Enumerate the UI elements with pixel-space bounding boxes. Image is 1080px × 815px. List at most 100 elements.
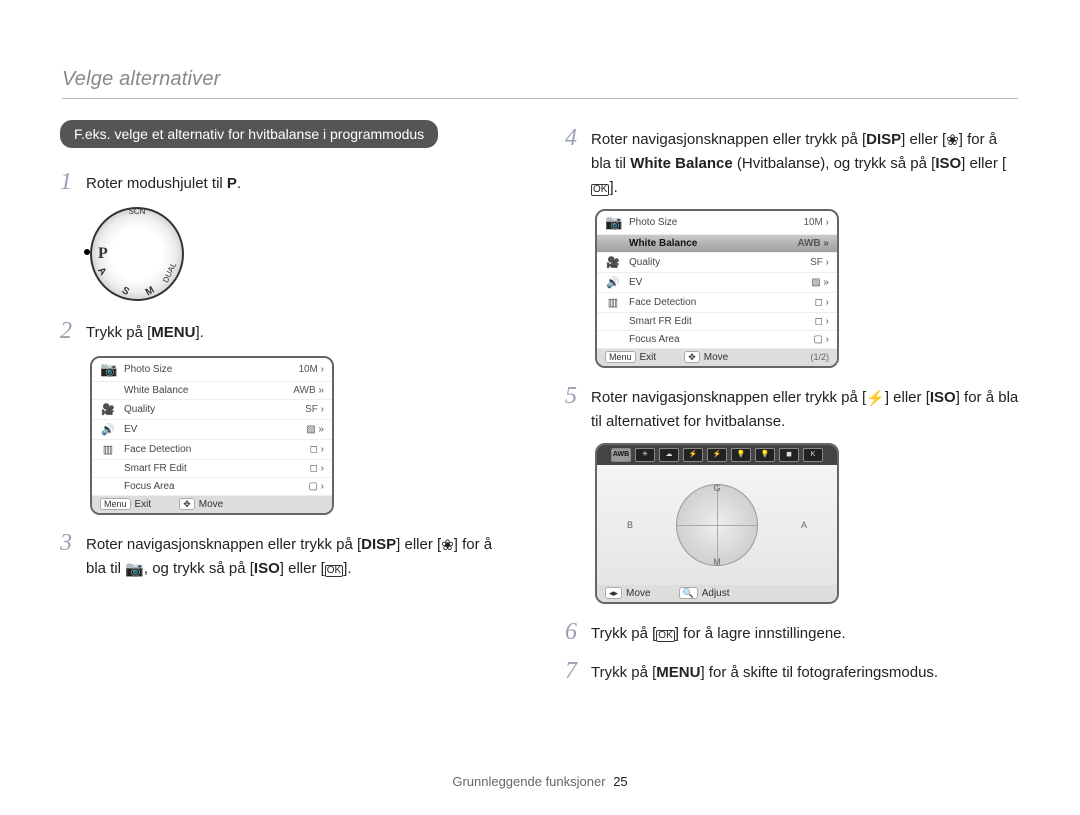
left-column: F.eks. velge et alternativ for hvitbalan… xyxy=(60,60,515,696)
menu-item-label: Face Detection xyxy=(629,297,807,308)
menu-item-value: ◻ › xyxy=(310,463,324,474)
menu-item-label: Smart FR Edit xyxy=(629,316,807,327)
disp-button-label: DISP xyxy=(361,536,396,553)
camera-icon: 📷 xyxy=(125,558,144,581)
text: Roter modushjulet til xyxy=(86,175,227,192)
menu-side-icon: 🔊 xyxy=(605,276,621,289)
step-text: Roter modushjulet til P. xyxy=(86,168,241,195)
ok-button-icon: OK xyxy=(591,184,609,196)
text: ]. xyxy=(609,179,617,196)
step-number: 2 xyxy=(60,317,86,346)
menu-item-value: SF › xyxy=(810,257,829,268)
menu-item-value: ▢ › xyxy=(308,481,324,492)
menu-item-value: ▢ › xyxy=(813,334,829,345)
wb-axis-a: A xyxy=(801,520,807,530)
wb-color-circle xyxy=(676,484,758,566)
dial-label-dual: DUAL xyxy=(161,261,178,284)
text: ] eller [ xyxy=(961,155,1006,172)
macro-icon: ❀ xyxy=(441,534,454,557)
step-number: 4 xyxy=(565,124,591,153)
menu-side-icon: 📷 xyxy=(605,214,621,231)
step-text: Roter navigasjonsknappen eller trykk på … xyxy=(86,529,515,582)
menu-item-label: Photo Size xyxy=(124,364,290,375)
iso-button-label: ISO xyxy=(930,389,956,406)
text: (Hvitbalanse), og trykk så på [ xyxy=(733,155,936,172)
menu-item-value: ◻ › xyxy=(815,297,829,308)
dial-label-m: M xyxy=(143,284,156,298)
menu-item-value: 10M › xyxy=(803,217,829,228)
wb-adjust-area: G M B A xyxy=(597,465,837,585)
step-number: 6 xyxy=(565,618,591,647)
menu-row: 🎥 Quality SF › xyxy=(597,253,837,273)
move-icon: ◂▸ xyxy=(605,587,622,599)
text: ] for å skifte til fotograferingsmodus. xyxy=(700,664,938,681)
menu-item-label: Quality xyxy=(124,404,297,415)
menu-item-label: Photo Size xyxy=(629,217,795,228)
step-number: 5 xyxy=(565,382,591,411)
menu-item-label: Face Detection xyxy=(124,444,302,455)
text: ] eller [ xyxy=(280,560,325,577)
menu-side-icon: ▥ xyxy=(100,443,116,456)
wb-axis-g: G xyxy=(713,483,720,493)
camera-menu-screen: 📷Photo Size10M ›White BalanceAWB »🎥Quali… xyxy=(90,356,334,515)
menu-row: 📷 Photo Size 10M › xyxy=(597,211,837,235)
move-label: Move xyxy=(199,499,223,510)
wb-option-strip: AWB☀☁⚡⚡💡💡◼K xyxy=(597,445,837,465)
wb-option: ⚡ xyxy=(683,448,703,462)
menu-item-label: Focus Area xyxy=(124,481,300,492)
menu-row: 🎥 Quality SF › xyxy=(92,400,332,420)
wb-option: 💡 xyxy=(755,448,775,462)
menu-item-value: ◻ › xyxy=(815,316,829,327)
step-4: 4 Roter navigasjonsknappen eller trykk p… xyxy=(565,124,1020,199)
wb-option: ⚡ xyxy=(707,448,727,462)
exit-label: Exit xyxy=(135,499,152,510)
flash-icon: ⚡ xyxy=(866,387,885,410)
mode-p-icon: P xyxy=(227,175,237,192)
menu-item-value: SF › xyxy=(305,404,324,415)
step-text: Trykk på [OK] for å lagre innstillingene… xyxy=(591,618,846,645)
menu-item-label: White Balance xyxy=(124,385,285,396)
menu-item-label: White Balance xyxy=(629,238,789,249)
menu-row: White BalanceAWB » xyxy=(92,382,332,400)
page-number: 25 xyxy=(613,774,627,789)
page-indicator: (1/2) xyxy=(810,352,829,363)
section-title: Velge alternativer xyxy=(62,68,221,91)
text: ]. xyxy=(343,560,351,577)
menu-side-icon: 🎥 xyxy=(100,403,116,416)
menu-row: 📷Photo Size10M › xyxy=(92,358,332,382)
menu-screen-footer: MenuExit✥Move xyxy=(92,496,332,513)
step-3: 3 Roter navigasjonsknappen eller trykk p… xyxy=(60,529,515,582)
mode-dial: P SCN A S M DUAL xyxy=(90,207,184,301)
menu-item-value: AWB » xyxy=(797,238,829,249)
example-banner: F.eks. velge et alternativ for hvitbalan… xyxy=(60,120,438,148)
wb-option: K xyxy=(803,448,823,462)
menu-item-label: Quality xyxy=(629,257,802,268)
ok-button-icon: OK xyxy=(656,630,674,642)
white-balance-bold: White Balance xyxy=(630,155,733,172)
iso-button-label: ISO xyxy=(254,560,280,577)
menu-row: White Balance AWB » xyxy=(597,235,837,253)
menu-item-value: ▨ » xyxy=(811,277,829,288)
menu-screen-footer: MenuExit✥Move(1/2) xyxy=(597,349,837,366)
text: . xyxy=(237,175,241,192)
text: Trykk på [ xyxy=(86,324,151,341)
adjust-icon: 🔍 xyxy=(679,587,698,599)
menu-button-label: MENU xyxy=(656,664,700,681)
dial-indicator-dot xyxy=(84,249,90,255)
dial-label-s: S xyxy=(120,285,131,298)
wb-option: ☀ xyxy=(635,448,655,462)
menu-side-icon: 🎥 xyxy=(605,256,621,269)
text: , og trykk så på [ xyxy=(144,560,254,577)
exit-tag: Menu xyxy=(605,351,636,363)
menu-button-label: MENU xyxy=(151,324,195,341)
step-7: 7 Trykk på [MENU] for å skifte til fotog… xyxy=(565,657,1020,686)
step-number: 3 xyxy=(60,529,86,558)
menu-side-icon: ▥ xyxy=(605,296,621,309)
menu-item-value: 10M › xyxy=(298,364,324,375)
wb-axis-b: B xyxy=(627,520,633,530)
step-number: 1 xyxy=(60,168,86,197)
menu-item-label: Focus Area xyxy=(629,334,805,345)
page-content: F.eks. velge et alternativ for hvitbalan… xyxy=(0,0,1080,696)
dial-label-a: A xyxy=(95,265,108,277)
wb-option: ☁ xyxy=(659,448,679,462)
